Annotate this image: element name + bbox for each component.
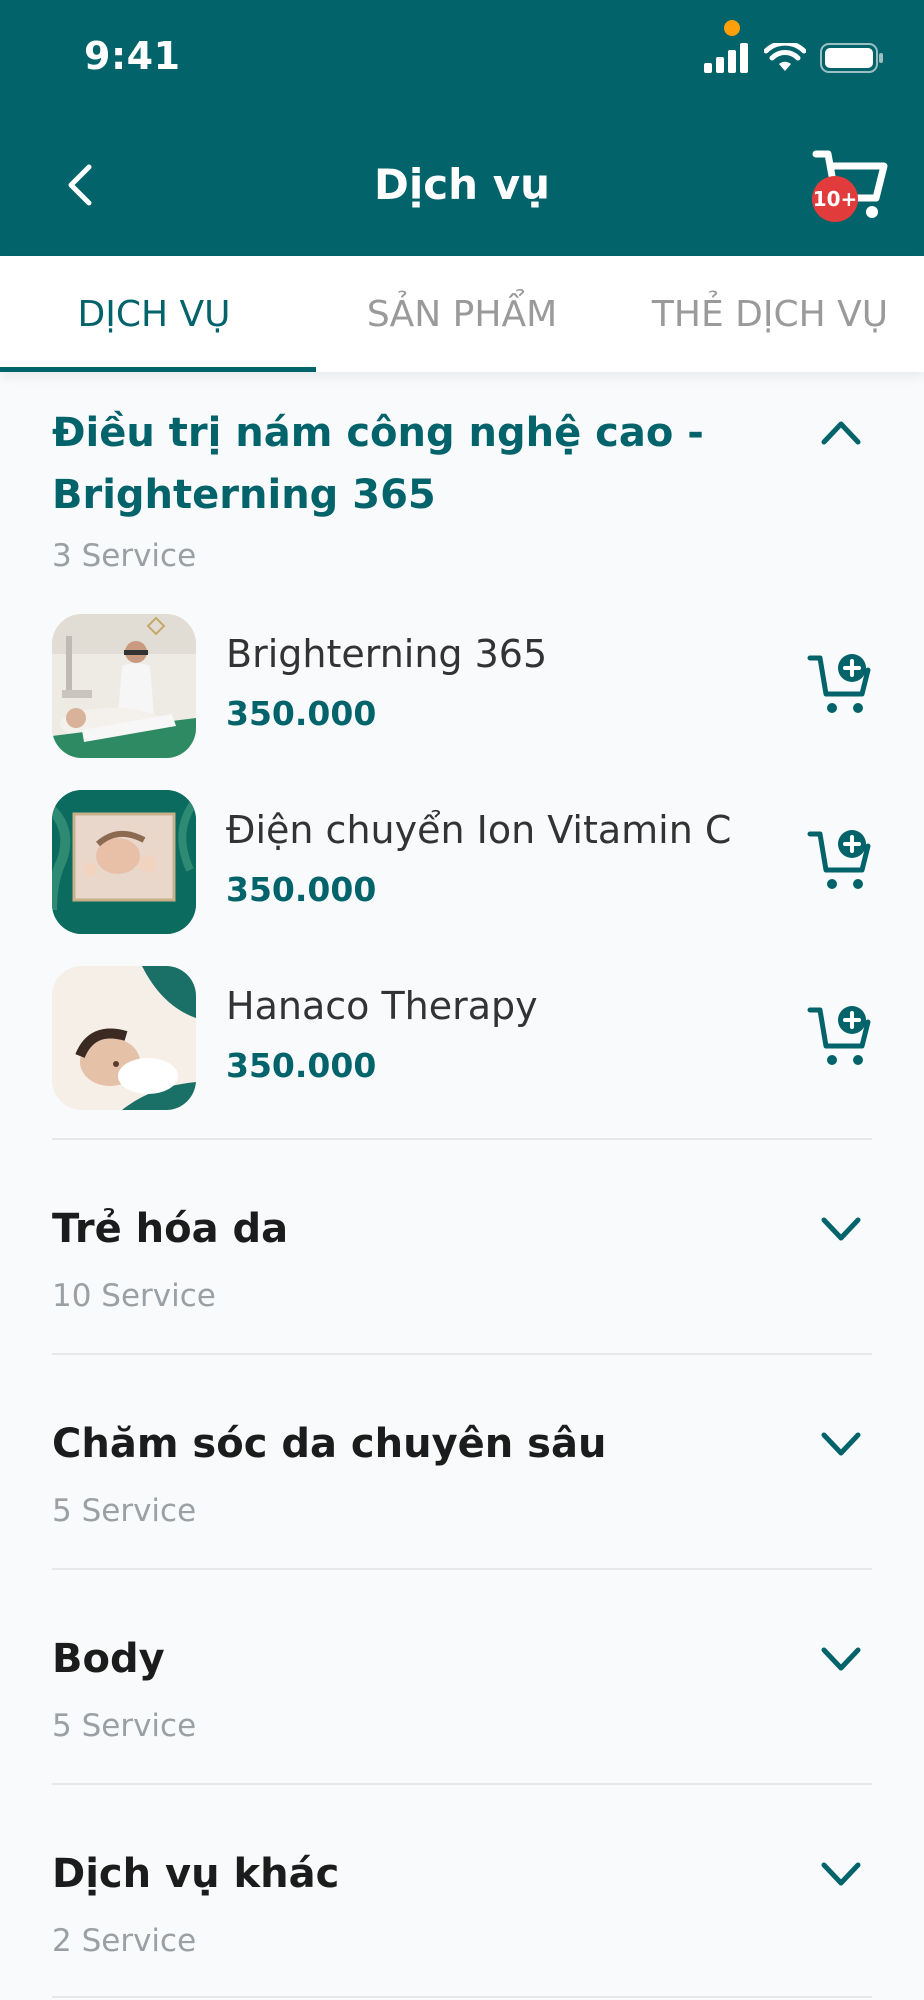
clinic-photo bbox=[52, 614, 196, 758]
section-count: 3 Service bbox=[52, 538, 197, 574]
service-name: Điện chuyển Ion Vitamin C bbox=[226, 808, 732, 852]
tab-bar: DỊCH VỤ SẢN PHẨM THẺ DỊCH VỤ bbox=[0, 256, 924, 372]
section-title: Dịch vụ khác bbox=[52, 1851, 340, 1897]
section-title: Trẻ hóa da bbox=[52, 1206, 289, 1252]
section-count: 5 Service bbox=[52, 1493, 197, 1529]
add-to-cart-icon[interactable] bbox=[806, 828, 876, 894]
service-item[interactable]: Hanaco Therapy 350.000 bbox=[52, 966, 872, 1110]
section-title: Chăm sóc da chuyên sâu bbox=[52, 1421, 607, 1467]
wifi-icon bbox=[764, 43, 806, 71]
battery-icon bbox=[820, 43, 883, 73]
status-icons bbox=[704, 38, 884, 78]
divider bbox=[52, 1568, 872, 1570]
chevron-up-icon[interactable] bbox=[818, 410, 864, 456]
section-title: Body bbox=[52, 1636, 165, 1682]
privacy-indicator bbox=[724, 20, 740, 36]
divider bbox=[52, 1138, 872, 1140]
chevron-down-icon[interactable] bbox=[818, 1636, 864, 1682]
divider bbox=[52, 1996, 872, 1998]
tab-dich-vu[interactable]: DỊCH VỤ bbox=[0, 256, 308, 372]
section-count: 2 Service bbox=[52, 1923, 197, 1959]
service-thumbnail bbox=[52, 790, 196, 934]
service-price: 350.000 bbox=[226, 1046, 377, 1085]
service-item[interactable]: Brighterning 365 350.000 bbox=[52, 614, 872, 758]
chevron-down-icon[interactable] bbox=[818, 1851, 864, 1897]
status-time: 9:41 bbox=[84, 34, 181, 78]
active-tab-indicator bbox=[0, 367, 316, 372]
signal-icon bbox=[704, 43, 748, 73]
section-title: Điều trị nám công nghệ cao - Brighternin… bbox=[52, 410, 704, 518]
section-count: 10 Service bbox=[52, 1278, 216, 1314]
section-count: 5 Service bbox=[52, 1708, 197, 1744]
hanaco-therapy-photo bbox=[52, 966, 196, 1110]
service-price: 350.000 bbox=[226, 870, 377, 909]
tab-san-pham[interactable]: SẢN PHẨM bbox=[308, 256, 616, 372]
service-thumbnail bbox=[52, 966, 196, 1110]
service-name: Brighterning 365 bbox=[226, 632, 548, 676]
cart-button[interactable]: 10+ bbox=[806, 146, 892, 226]
chevron-down-icon[interactable] bbox=[818, 1421, 864, 1467]
service-price: 350.000 bbox=[226, 694, 377, 733]
service-thumbnail bbox=[52, 614, 196, 758]
cart-badge: 10+ bbox=[812, 176, 858, 222]
divider bbox=[52, 1353, 872, 1355]
tab-the-dich-vu[interactable]: THẺ DỊCH VỤ bbox=[616, 256, 924, 372]
add-to-cart-icon[interactable] bbox=[806, 652, 876, 718]
service-name: Hanaco Therapy bbox=[226, 984, 538, 1028]
chevron-down-icon[interactable] bbox=[818, 1206, 864, 1252]
ion-vitamin-photo bbox=[52, 790, 196, 934]
page-title: Dịch vụ bbox=[374, 160, 550, 209]
service-item[interactable]: Điện chuyển Ion Vitamin C 350.000 bbox=[52, 790, 872, 934]
add-to-cart-icon[interactable] bbox=[806, 1004, 876, 1070]
header-bar: 9:41 Dịch vụ 10+ bbox=[0, 0, 924, 256]
divider bbox=[52, 1783, 872, 1785]
